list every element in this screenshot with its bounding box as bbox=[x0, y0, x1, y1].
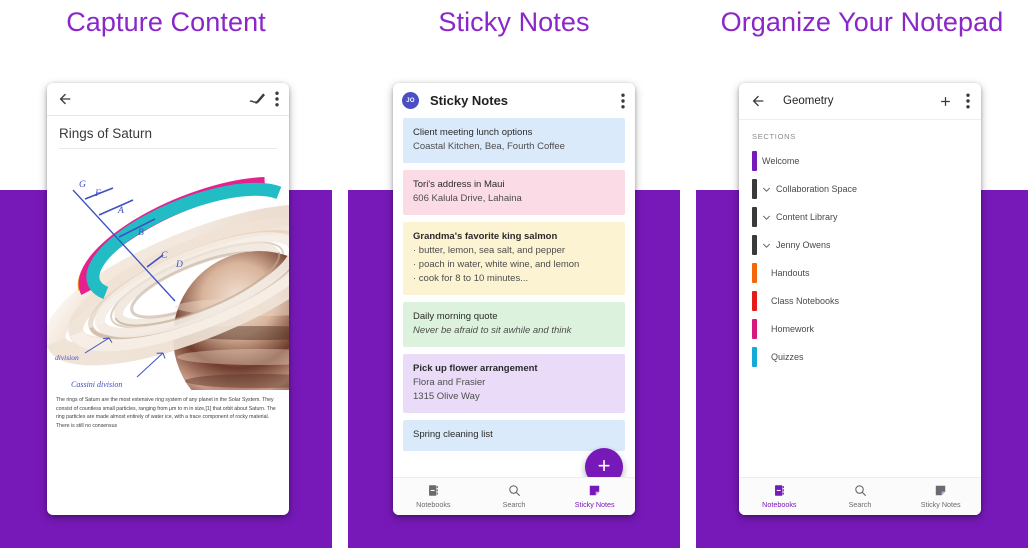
sticky-note-card[interactable]: Tori's address in Maui 606 Kalula Drive, … bbox=[403, 170, 625, 215]
section-row[interactable]: Class Notebooks bbox=[739, 287, 981, 315]
bottom-navigation[interactable]: Notebooks Search Sticky Notes bbox=[739, 477, 981, 515]
sticky-note-icon bbox=[588, 484, 601, 497]
annotation-cassini-division: Cassini division bbox=[71, 380, 122, 389]
section-label: Welcome bbox=[762, 156, 800, 166]
page-title: Sticky Notes bbox=[430, 93, 509, 108]
sticky-note-line: · cook for 8 to 10 minutes... bbox=[413, 273, 529, 284]
bottom-navigation[interactable]: Notebooks Search Sticky Notes bbox=[393, 477, 635, 515]
section-row[interactable]: Handouts bbox=[739, 259, 981, 287]
panel3-heading: Organize Your Notepad bbox=[720, 7, 1004, 37]
phone-mockup-organize-notepad: Geometry SECTIONS Welcome Collaboration S… bbox=[739, 83, 981, 515]
note-body-paragraph: The rings of Saturn are the most extensi… bbox=[47, 390, 289, 439]
plus-icon[interactable] bbox=[938, 94, 966, 109]
nav-item-search[interactable]: Search bbox=[820, 484, 901, 509]
ring-label-A: A bbox=[117, 206, 124, 216]
section-row[interactable]: Homework bbox=[739, 315, 981, 343]
panel2-heading: Sticky Notes bbox=[438, 7, 590, 37]
section-color-bar bbox=[752, 207, 757, 227]
sticky-notes-topbar: JO Sticky Notes bbox=[393, 83, 635, 118]
sticky-note-title: Spring cleaning list bbox=[413, 429, 493, 440]
note-editor-topbar bbox=[47, 83, 289, 116]
sticky-note-card[interactable]: Spring cleaning list bbox=[403, 420, 625, 451]
section-label: Jenny Owens bbox=[776, 240, 831, 250]
section-label: Collaboration Space bbox=[776, 184, 858, 194]
page-title: Geometry bbox=[783, 95, 834, 107]
section-row[interactable]: Quizzes bbox=[739, 343, 981, 371]
ring-label-F: F bbox=[94, 189, 101, 199]
section-color-bar bbox=[752, 151, 757, 171]
sticky-note-line: 1315 Olive Way bbox=[413, 391, 480, 402]
sticky-note-line: Never be afraid to sit awhile and think bbox=[413, 325, 572, 336]
nav-item-label: Search bbox=[848, 500, 872, 509]
sticky-notes-list[interactable]: Client meeting lunch options Coastal Kitc… bbox=[393, 118, 635, 472]
saturn-rings-illustration: G F A B C D division Cassini division Th… bbox=[47, 157, 289, 439]
ink-pen-icon[interactable] bbox=[249, 91, 275, 107]
arrow-left-icon[interactable] bbox=[750, 93, 766, 109]
section-label: Handouts bbox=[771, 268, 810, 278]
avatar[interactable]: JO bbox=[402, 92, 419, 109]
more-vertical-icon[interactable] bbox=[275, 91, 279, 107]
sticky-note-line: · butter, lemon, sea salt, and pepper bbox=[413, 245, 566, 256]
phone-mockup-sticky-notes: JO Sticky Notes Client meeting lunch opt… bbox=[393, 83, 635, 515]
nav-item-sticky-notes[interactable]: Sticky Notes bbox=[900, 484, 981, 509]
nav-item-sticky-notes[interactable]: Sticky Notes bbox=[554, 484, 635, 509]
nav-item-label: Sticky Notes bbox=[920, 500, 961, 509]
section-color-bar bbox=[752, 263, 757, 283]
section-row[interactable]: Welcome bbox=[739, 147, 981, 175]
section-label: Homework bbox=[771, 324, 815, 334]
ring-label-C: C bbox=[161, 251, 168, 261]
ring-label-B: B bbox=[138, 228, 144, 238]
sticky-note-card[interactable]: Pick up flower arrangement Flora and Fras… bbox=[403, 354, 625, 413]
section-color-bar bbox=[752, 347, 757, 367]
section-color-bar bbox=[752, 291, 757, 311]
sticky-note-line: 606 Kalula Drive, Lahaina bbox=[413, 193, 522, 204]
section-row[interactable]: Jenny Owens bbox=[739, 231, 981, 259]
section-row[interactable]: Collaboration Space bbox=[739, 175, 981, 203]
panel1-heading: Capture Content bbox=[66, 7, 266, 37]
phone-mockup-capture-content: Rings of Saturn G F A B C D division Cas… bbox=[47, 83, 289, 515]
sticky-note-card[interactable]: Grandma's favorite king salmon · butter, … bbox=[403, 222, 625, 295]
section-color-bar bbox=[752, 319, 757, 339]
section-row[interactable]: Content Library bbox=[739, 203, 981, 231]
sections-header-label: SECTIONS bbox=[752, 132, 796, 141]
section-color-bar bbox=[752, 179, 757, 199]
nav-item-label: Notebooks bbox=[416, 500, 451, 509]
search-icon bbox=[854, 484, 867, 497]
ring-label-D: D bbox=[175, 260, 183, 270]
search-icon bbox=[508, 484, 521, 497]
sections-list[interactable]: Welcome Collaboration Space Content Librar… bbox=[739, 147, 981, 371]
sticky-note-title: Grandma's favorite king salmon bbox=[413, 231, 558, 242]
more-vertical-icon[interactable] bbox=[966, 93, 970, 109]
ring-label-G: G bbox=[79, 180, 86, 190]
sticky-note-line: · poach in water, white wine, and lemon bbox=[413, 259, 580, 270]
sticky-note-title: Client meeting lunch options bbox=[413, 127, 533, 138]
nav-item-notebooks[interactable]: Notebooks bbox=[393, 484, 474, 509]
sticky-note-title: Tori's address in Maui bbox=[413, 179, 505, 190]
sticky-note-line: Coastal Kitchen, Bea, Fourth Coffee bbox=[413, 141, 565, 152]
more-vertical-icon[interactable] bbox=[621, 93, 625, 109]
section-label: Quizzes bbox=[771, 352, 804, 362]
sticky-note-title: Pick up flower arrangement bbox=[413, 363, 538, 374]
notebook-icon bbox=[773, 484, 786, 497]
arrow-left-icon[interactable] bbox=[57, 91, 73, 107]
sticky-note-line: Flora and Frasier bbox=[413, 377, 486, 388]
nav-item-label: Sticky Notes bbox=[574, 500, 615, 509]
section-label: Class Notebooks bbox=[771, 296, 840, 306]
sticky-note-card[interactable]: Client meeting lunch options Coastal Kitc… bbox=[403, 118, 625, 163]
notebook-icon bbox=[427, 484, 440, 497]
note-title[interactable]: Rings of Saturn bbox=[59, 126, 277, 149]
section-label: Content Library bbox=[776, 212, 838, 222]
sticky-note-card[interactable]: Daily morning quote Never be afraid to si… bbox=[403, 302, 625, 347]
nav-item-notebooks[interactable]: Notebooks bbox=[739, 484, 820, 509]
sticky-note-icon bbox=[934, 484, 947, 497]
sticky-note-title: Daily morning quote bbox=[413, 311, 498, 322]
section-color-bar bbox=[752, 235, 757, 255]
annotation-division: division bbox=[55, 353, 79, 362]
promo-screenshot-sheet: Capture Content Sticky Notes Organize Yo… bbox=[0, 0, 1028, 556]
nav-item-search[interactable]: Search bbox=[474, 484, 555, 509]
nav-item-label: Notebooks bbox=[762, 500, 797, 509]
nav-item-label: Search bbox=[502, 500, 526, 509]
notebook-topbar: Geometry bbox=[739, 83, 981, 120]
